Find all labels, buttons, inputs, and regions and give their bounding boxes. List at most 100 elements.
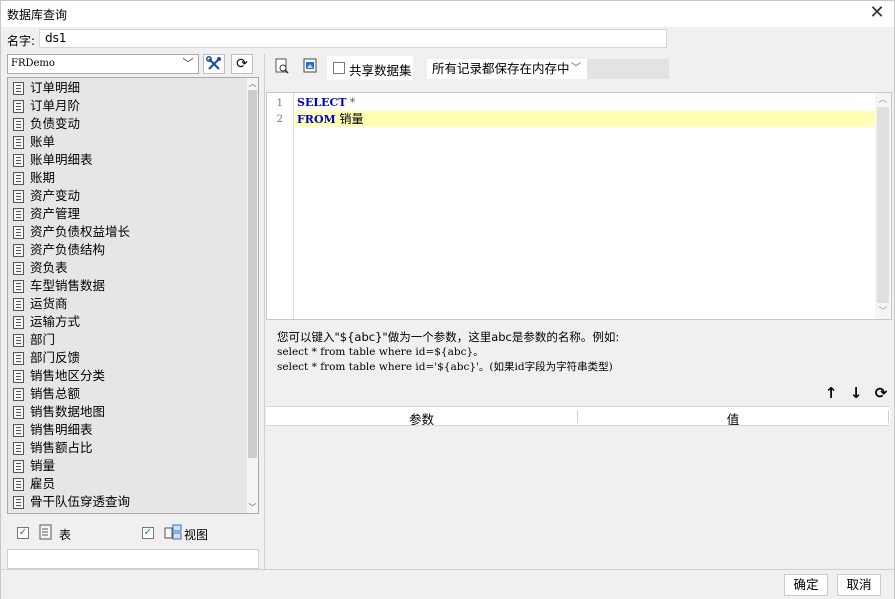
connection-settings-button[interactable]	[203, 54, 225, 74]
table-name: 销售地区分类	[30, 368, 106, 383]
table-list-item[interactable]: 资产负债权益增长	[8, 223, 246, 241]
editor-scrollbar[interactable]: ︿ ﹀	[875, 93, 891, 319]
table-name: 资产变动	[30, 188, 81, 203]
table-list-item[interactable]: 运货商	[8, 295, 246, 313]
filter-bar: ✓ 表 ✓ 视图	[7, 518, 259, 550]
table-list-item[interactable]: 账单明细表	[8, 151, 246, 169]
table-list-item[interactable]: 负债变动	[8, 115, 246, 133]
table-icon	[13, 82, 24, 95]
close-icon[interactable]: ✕	[866, 2, 888, 24]
share-dataset-checkbox[interactable]	[333, 62, 345, 74]
tools-icon	[206, 56, 221, 70]
table-icon	[13, 262, 24, 275]
tables-checkbox[interactable]: ✓	[17, 527, 29, 539]
table-list-item[interactable]: 骨干队伍穿透查询	[8, 493, 246, 511]
refresh-button[interactable]: ⟳	[231, 54, 253, 74]
chevron-down-icon: ﹀	[571, 63, 581, 74]
right-panel: 共享数据集 所有记录都保存在内存中 ﹀ 1 2 SELECT * FROM 销量…	[264, 54, 894, 569]
table-icon	[13, 460, 24, 473]
table-icon	[13, 478, 24, 491]
views-checkbox[interactable]: ✓	[142, 527, 154, 539]
table-search-input[interactable]	[7, 549, 259, 569]
table-name: 账单	[30, 134, 56, 149]
table-name: 资产负债结构	[30, 242, 106, 257]
table-list-item[interactable]: 销量	[8, 457, 246, 475]
column-header-value[interactable]: 值	[578, 409, 888, 428]
table-name: 资产管理	[30, 206, 81, 221]
table-icon	[13, 388, 24, 401]
cancel-button[interactable]: 取消	[837, 574, 881, 596]
table-list-item[interactable]: 销售总额	[8, 385, 246, 403]
arrow-up-icon: ↑	[824, 384, 838, 402]
table-list-item[interactable]: 销售地区分类	[8, 367, 246, 385]
hint-example: select * from table where id=${abc}。	[277, 346, 484, 358]
table-list-item[interactable]: 销售数据地图	[8, 403, 246, 421]
table-name: 订单明细	[30, 80, 81, 95]
refresh-params-button[interactable]: ⟳	[872, 384, 890, 402]
table-list-item[interactable]: 资产变动	[8, 187, 246, 205]
table-list[interactable]: ︿ ﹀ 订单明细订单月阶 负债变动 账单账单明细表 账期资产变动资产管理资产负债权益增…	[7, 77, 259, 514]
table-name: 销售数据地图	[30, 404, 106, 419]
scrollbar-thumb[interactable]	[248, 90, 257, 458]
table-list-item[interactable]: 订单月阶	[8, 97, 246, 115]
ok-button[interactable]: 确定	[784, 574, 828, 596]
scroll-down-icon[interactable]: ﹀	[247, 502, 258, 513]
column-header-param[interactable]: 参数	[266, 409, 577, 428]
table-icon	[13, 370, 24, 383]
code-text: *	[346, 96, 356, 109]
table-name: 运输方式	[30, 314, 81, 329]
memory-mode-value: 所有记录都保存在内存中	[427, 59, 587, 79]
table-list-item[interactable]: 资产负债结构	[8, 241, 246, 259]
table-icon	[13, 352, 24, 365]
move-up-button[interactable]: ↑	[822, 384, 840, 402]
table-icon	[13, 226, 24, 239]
table-list-item[interactable]: 资产管理	[8, 205, 246, 223]
parameters-table-header: 参数 值	[266, 406, 890, 428]
share-dataset-toggle[interactable]: 共享数据集	[327, 56, 413, 80]
table-list-scrollbar[interactable]: ︿ ﹀	[247, 78, 258, 513]
table-list-item[interactable]: 销售额占比	[8, 439, 246, 457]
table-icon	[13, 190, 24, 203]
sql-editor[interactable]: 1 2 SELECT * FROM 销量 ︿ ﹀	[266, 92, 892, 320]
scroll-down-icon[interactable]: ﹀	[875, 305, 891, 319]
table-icon	[13, 244, 24, 257]
table-list-item[interactable]: 账单	[8, 133, 246, 151]
table-list-item[interactable]: 车型销售数据	[8, 277, 246, 295]
refresh-icon: ⟳	[874, 384, 888, 402]
table-icon	[13, 406, 24, 419]
parameters-table[interactable]: 参数 值	[266, 406, 892, 569]
table-icon	[39, 524, 52, 540]
move-down-button[interactable]: ↓	[847, 384, 865, 402]
table-list-item[interactable]: 运输方式	[8, 313, 246, 331]
table-list-item[interactable]: 账期	[8, 169, 246, 187]
table-list-item[interactable]: 部门反馈	[8, 349, 246, 367]
views-filter-label: 视图	[184, 528, 209, 542]
memory-mode-select[interactable]: 所有记录都保存在内存中 ﹀	[427, 59, 669, 79]
line-number-gutter: 1 2	[267, 93, 294, 319]
code-line-current[interactable]: FROM 销量	[295, 111, 875, 127]
scroll-up-icon[interactable]: ︿	[875, 93, 891, 107]
scroll-up-icon[interactable]: ︿	[247, 78, 258, 89]
table-list-item[interactable]: 资负表	[8, 259, 246, 277]
preview-button[interactable]	[271, 54, 293, 78]
line-number: 2	[276, 114, 283, 125]
code-line[interactable]: SELECT *	[295, 95, 875, 111]
dialog-title: 数据库查询	[7, 8, 68, 22]
arrow-down-icon: ↓	[849, 384, 863, 402]
table-icon	[13, 172, 24, 185]
scrollbar-thumb[interactable]	[877, 107, 889, 303]
preview-icon	[275, 58, 289, 74]
name-input[interactable]: ds1	[39, 29, 667, 48]
table-name: 销售额占比	[30, 440, 93, 455]
share-dataset-label: 共享数据集	[349, 63, 412, 78]
table-name: 账期	[30, 170, 56, 185]
table-list-item[interactable]: 销售明细表	[8, 421, 246, 439]
query-button[interactable]	[299, 54, 321, 78]
table-icon	[13, 136, 24, 149]
table-list-item[interactable]: 部门	[8, 331, 246, 349]
table-icon	[13, 334, 24, 347]
table-list-item[interactable]: 雇员	[8, 475, 246, 493]
table-name: 部门反馈	[30, 350, 81, 365]
table-list-item[interactable]: 订单明细	[8, 79, 246, 97]
connection-select[interactable]: FRDemo ﹀	[7, 54, 199, 74]
